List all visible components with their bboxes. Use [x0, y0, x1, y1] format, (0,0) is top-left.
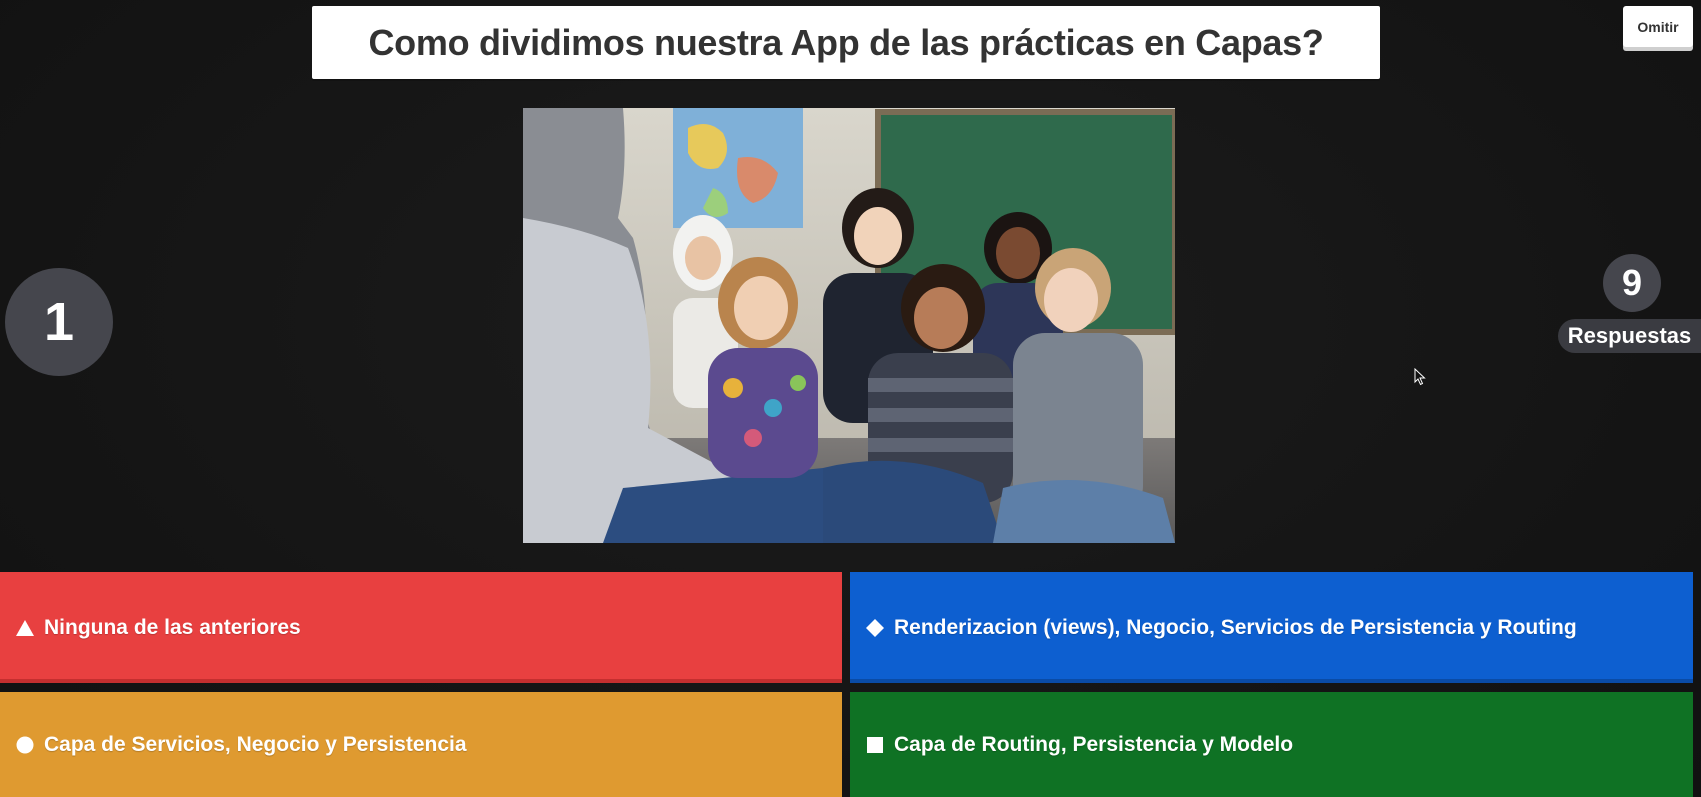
circle-icon	[14, 734, 36, 756]
quiz-stage: Como dividimos nuestra App de las prácti…	[0, 0, 1701, 797]
classroom-children-photo-icon	[523, 108, 1175, 543]
diamond-icon	[864, 617, 886, 639]
answer-option-yellow[interactable]: Capa de Servicios, Negocio y Persistenci…	[0, 692, 842, 797]
answer-label: Renderizacion (views), Negocio, Servicio…	[894, 615, 1577, 639]
answer-label: Ninguna de las anteriores	[44, 615, 301, 639]
question-banner: Como dividimos nuestra App de las prácti…	[312, 6, 1380, 79]
answer-label: Capa de Routing, Persistencia y Modelo	[894, 732, 1294, 756]
answer-label: Capa de Servicios, Negocio y Persistenci…	[44, 732, 467, 756]
answer-option-red[interactable]: Ninguna de las anteriores	[0, 572, 842, 683]
answer-option-blue[interactable]: Renderizacion (views), Negocio, Servicio…	[850, 572, 1693, 683]
skip-button[interactable]: Omitir	[1623, 6, 1693, 47]
question-image	[523, 108, 1175, 543]
square-icon	[864, 734, 886, 756]
triangle-icon	[14, 617, 36, 639]
countdown-timer: 1	[5, 268, 113, 376]
answers-count-badge: 9	[1603, 254, 1661, 312]
mouse-cursor-icon	[1414, 368, 1426, 386]
answers-count-label: Respuestas	[1558, 319, 1701, 353]
question-title: Como dividimos nuestra App de las prácti…	[368, 21, 1324, 63]
answer-option-green[interactable]: Capa de Routing, Persistencia y Modelo	[850, 692, 1693, 797]
